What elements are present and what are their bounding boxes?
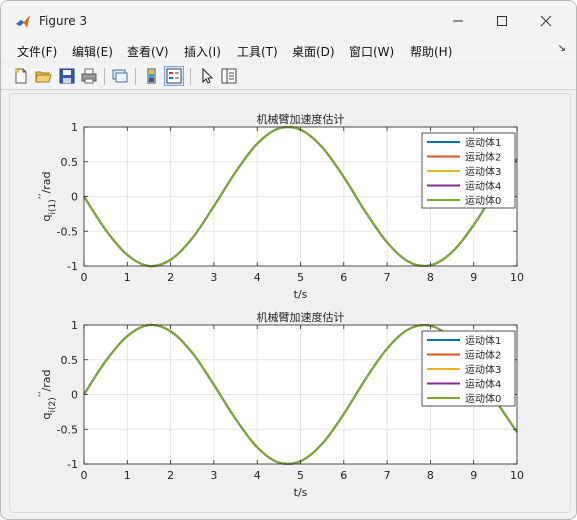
legend-label-4: 运动体4 xyxy=(465,181,501,193)
maximize-icon xyxy=(497,16,507,26)
x-tick-label: 1 xyxy=(124,271,131,284)
y-axis-label: qi(1)’’/rad xyxy=(38,172,58,222)
y-tick-label: 0.5 xyxy=(61,354,79,367)
y-axis-label-symbol: q xyxy=(40,214,53,221)
matlab-logo-icon xyxy=(16,15,30,28)
x-tick-label: 9 xyxy=(470,271,477,284)
minimize-button[interactable] xyxy=(438,8,478,34)
dock-arrow-icon[interactable]: ↘ xyxy=(558,43,566,54)
window-title: Figure 3 xyxy=(39,14,88,28)
x-tick-label: 4 xyxy=(254,271,261,284)
menu-tools[interactable]: 工具(T) xyxy=(237,43,278,60)
legend-label-4: 运动体4 xyxy=(465,379,501,391)
x-tick-label: 6 xyxy=(340,271,347,284)
menu-edit[interactable]: 编辑(E) xyxy=(72,43,113,60)
y-axis-label-subscript: i(2) xyxy=(48,397,58,412)
x-tick-label: 0 xyxy=(81,271,88,284)
legend: 运动体1 运动体2 运动体3 运动体4 运动体0 xyxy=(421,330,516,407)
legend-label-1: 运动体1 xyxy=(465,335,501,347)
legend-label-2: 运动体2 xyxy=(465,350,501,362)
x-tick-label: 5 xyxy=(297,271,304,284)
legend-label-1: 运动体1 xyxy=(465,137,501,149)
x-tick-label: 6 xyxy=(340,469,347,482)
property-inspector-icon[interactable] xyxy=(220,67,238,85)
x-tick-label: 0 xyxy=(81,469,88,482)
menu-window[interactable]: 窗口(W) xyxy=(349,43,394,60)
save-icon[interactable] xyxy=(58,67,76,85)
toolbar-separator xyxy=(104,68,105,85)
legend-label-5: 运动体0 xyxy=(465,393,501,405)
y-axis-label-unit: /rad xyxy=(40,370,53,392)
x-tick-label: 7 xyxy=(384,271,391,284)
y-tick-label: 0 xyxy=(71,389,78,402)
y-axis-label-unit: /rad xyxy=(40,172,53,194)
y-axis-label-symbol: q xyxy=(40,412,53,419)
y-tick-label: 0.5 xyxy=(61,156,79,169)
figure-canvas: 0 1 2 3 4 5 6 7 8 9 10 1 0.5 0 -0.5 -1 机械臂加速度估计 t/s qi(1)’… xyxy=(9,93,571,513)
figure-window: Figure 3 文件(F) 编辑(E) 查看(V) 插入(I) 工具(T) 桌… xyxy=(0,0,577,520)
legend-label-2: 运动体2 xyxy=(465,152,501,164)
subplot-1: 0 1 2 3 4 5 6 7 8 9 10 1 0.5 0 -0.5 -1 机械臂加速度估计 t/s qi(1)’… xyxy=(38,112,524,301)
x-tick-label: 10 xyxy=(510,469,524,482)
legend: 运动体1 运动体2 运动体3 运动体4 运动体0 xyxy=(421,132,516,209)
x-tick-label: 4 xyxy=(254,469,261,482)
menu-desktop[interactable]: 桌面(D) xyxy=(292,43,335,60)
legend-icon[interactable] xyxy=(164,66,184,86)
menu-insert[interactable]: 插入(I) xyxy=(184,43,221,60)
x-tick-label: 10 xyxy=(510,271,524,284)
y-axis-label: qi(2)’’/rad xyxy=(38,370,58,420)
link-icon[interactable] xyxy=(111,67,129,85)
close-button[interactable] xyxy=(526,8,566,34)
y-axis-label-subscript: i(1) xyxy=(48,199,58,214)
menu-help[interactable]: 帮助(H) xyxy=(410,43,452,60)
x-tick-label: 2 xyxy=(167,469,174,482)
pointer-icon[interactable] xyxy=(198,67,216,85)
menu-view[interactable]: 查看(V) xyxy=(127,43,169,60)
y-tick-label: -1 xyxy=(67,458,78,471)
y-tick-label: 1 xyxy=(71,121,78,134)
x-tick-label: 2 xyxy=(167,271,174,284)
plots-svg: 0 1 2 3 4 5 6 7 8 9 1010.50-0.5-1机械臂加速度估计t/sqi(1)’… xyxy=(38,112,524,499)
maximize-button[interactable] xyxy=(482,8,522,34)
x-tick-label: 7 xyxy=(384,469,391,482)
chart-title: 机械臂加速度估计 xyxy=(257,310,345,324)
y-tick-label: -0.5 xyxy=(57,225,78,238)
x-tick-label: 8 xyxy=(427,271,434,284)
y-tick-label: 0 xyxy=(71,191,78,204)
x-tick-label: 9 xyxy=(470,469,477,482)
minimize-icon xyxy=(453,20,463,22)
title-bar: Figure 3 xyxy=(1,1,576,41)
subplot-2: 0 1 2 3 4 5 6 7 8 9 10 1 0.5 0 -0.5 -1 机械臂加速度估计 t/s qi(2)’… xyxy=(38,310,524,499)
close-icon xyxy=(540,15,552,27)
open-icon[interactable] xyxy=(34,67,52,85)
chart-title: 机械臂加速度估计 xyxy=(257,112,345,126)
x-tick-label: 1 xyxy=(124,469,131,482)
y-tick-label: -0.5 xyxy=(57,423,78,436)
x-tick-label: 5 xyxy=(297,469,304,482)
x-axis-label: t/s xyxy=(294,288,308,301)
legend-label-3: 运动体3 xyxy=(465,364,501,376)
toolbar-separator xyxy=(190,68,191,85)
y-tick-label: 1 xyxy=(71,319,78,332)
legend-label-5: 运动体0 xyxy=(465,195,501,207)
new-figure-icon[interactable] xyxy=(12,67,30,85)
colorbar-icon[interactable] xyxy=(143,67,161,85)
menu-bar: 文件(F) 编辑(E) 查看(V) 插入(I) 工具(T) 桌面(D) 窗口(W… xyxy=(1,41,576,61)
x-tick-label: 3 xyxy=(210,469,217,482)
x-tick-label: 3 xyxy=(210,271,217,284)
toolbar xyxy=(1,64,576,90)
print-icon[interactable] xyxy=(80,67,98,85)
toolbar-separator xyxy=(135,68,136,85)
x-axis-label: t/s xyxy=(294,486,308,499)
menu-file[interactable]: 文件(F) xyxy=(17,43,57,60)
legend-label-3: 运动体3 xyxy=(465,166,501,178)
y-tick-label: -1 xyxy=(67,260,78,273)
x-tick-label: 8 xyxy=(427,469,434,482)
